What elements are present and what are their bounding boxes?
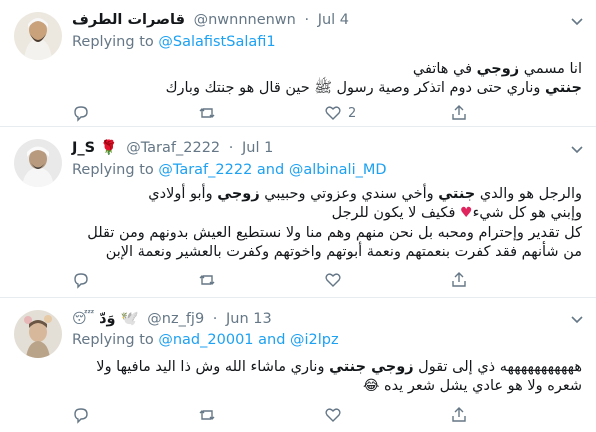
tweet[interactable]: قاصرات الطرف @nwnnnenwn · Jul 4 Replying…: [0, 0, 596, 127]
timestamp[interactable]: Jul 4: [318, 12, 349, 28]
chevron-down-icon[interactable]: [570, 142, 584, 156]
chevron-down-icon[interactable]: [570, 14, 584, 28]
handle[interactable]: @Taraf_2222: [126, 140, 220, 156]
rose-emoji: 🌹: [100, 140, 118, 156]
timestamp[interactable]: Jul 1: [242, 140, 273, 156]
share-icon: [452, 272, 466, 287]
retweet-icon: [199, 410, 215, 420]
tweet[interactable]: 😴 وَدّ 🕊️ @nz_fj9 · Jun 13 Replying to @…: [0, 298, 596, 432]
avatar[interactable]: [14, 310, 62, 358]
chevron-down-icon[interactable]: [570, 312, 584, 326]
like-button[interactable]: [324, 271, 342, 289]
like-button[interactable]: [324, 406, 342, 424]
share-icon: [452, 407, 466, 422]
reply-button[interactable]: [72, 406, 90, 424]
like-count: 2: [348, 105, 357, 121]
retweet-icon: [199, 275, 215, 285]
replying-and: and: [256, 162, 285, 178]
display-name[interactable]: قاصرات الطرف: [72, 12, 185, 28]
reply-icon: [74, 273, 88, 289]
reply-icon: [74, 408, 88, 424]
reply-icon: [74, 106, 88, 122]
tweet-text: انا مسمي زوجي في هاتفي جنتي وناري حتى دو…: [165, 61, 582, 96]
handle[interactable]: @nwnnnenwn: [194, 12, 296, 28]
mention-link[interactable]: @SalafistSalafi1: [158, 34, 275, 50]
replying-to: Replying to @Taraf_2222 and @albinali_MD: [72, 162, 387, 178]
retweet-icon: [199, 108, 215, 118]
tweet[interactable]: J_S 🌹 @Taraf_2222 · Jul 1 Replying to @T…: [0, 127, 596, 298]
tweet-text: والرجل هو والدي جنتي وأخي سندي وعزوتي وح…: [87, 186, 582, 260]
replying-to: Replying to @SalafistSalafi1: [72, 34, 276, 50]
separator: ·: [228, 140, 234, 156]
like-icon: [325, 408, 341, 422]
display-name[interactable]: وَدّ 🕊️: [99, 311, 139, 327]
replying-to: Replying to @nad_20001 and @i2lpz: [72, 332, 339, 348]
retweet-button[interactable]: [198, 406, 216, 424]
like-icon: [325, 106, 341, 120]
separator: ·: [212, 311, 218, 327]
timestamp[interactable]: Jun 13: [226, 311, 272, 327]
tweet-text: هههههههههههه ذي إلى تقول زوجي جنتي وناري…: [96, 359, 582, 394]
reply-button[interactable]: [72, 104, 96, 122]
avatar[interactable]: [14, 139, 62, 187]
like-icon: [325, 273, 341, 287]
share-button[interactable]: [450, 406, 468, 424]
reply-feed: قاصرات الطرف @nwnnnenwn · Jul 4 Replying…: [0, 0, 596, 432]
tweet-actions: [72, 406, 582, 426]
like-button[interactable]: 2: [324, 104, 356, 122]
reply-button[interactable]: [72, 271, 90, 289]
tweet-actions: 2: [72, 104, 582, 124]
retweet-button[interactable]: [198, 104, 222, 122]
separator: ·: [304, 12, 310, 28]
avatar[interactable]: [14, 12, 62, 60]
display-name[interactable]: J_S 🌹: [72, 140, 118, 156]
mention-link[interactable]: @i2lpz: [290, 332, 339, 348]
handle[interactable]: @nz_fj9: [147, 311, 204, 327]
share-button[interactable]: [450, 104, 468, 122]
mention-link[interactable]: @Taraf_2222: [158, 162, 252, 178]
tweet-header: قاصرات الطرف @nwnnnenwn · Jul 4: [72, 12, 349, 28]
tweet-actions: [72, 271, 582, 291]
laughing-emoji: 😂: [363, 378, 380, 394]
tweet-header: J_S 🌹 @Taraf_2222 · Jul 1: [72, 140, 273, 156]
share-icon: [452, 105, 466, 120]
retweet-button[interactable]: [198, 271, 216, 289]
replying-and: and: [258, 332, 286, 348]
tweet-header: 😴 وَدّ 🕊️ @nz_fj9 · Jun 13: [72, 310, 272, 327]
mention-link[interactable]: @nad_20001: [158, 332, 253, 348]
sleeping-emoji: 😴: [72, 311, 95, 327]
heart-emoji: ♥: [460, 205, 473, 221]
share-button[interactable]: [450, 271, 468, 289]
mention-link[interactable]: @albinali_MD: [289, 162, 387, 178]
